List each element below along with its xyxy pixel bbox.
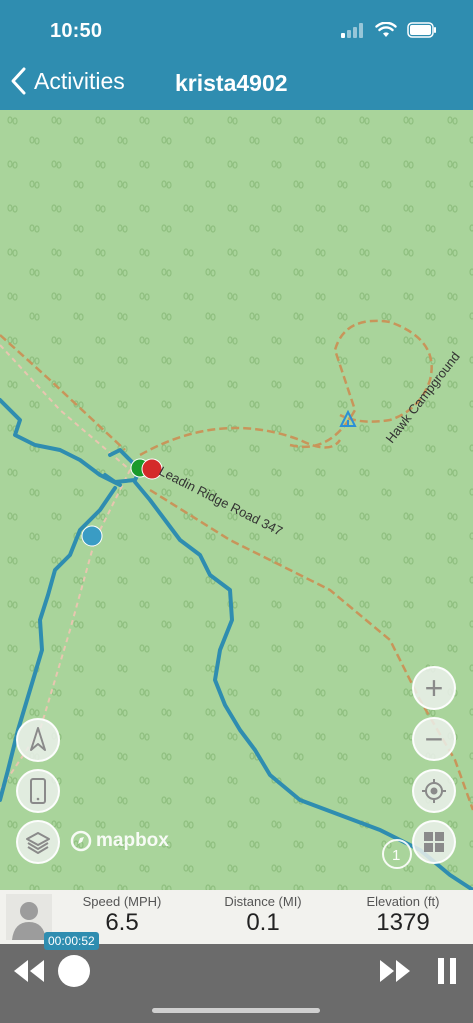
mapbox-label: mapbox xyxy=(96,830,169,851)
zoom-out-button[interactable]: − xyxy=(412,717,456,761)
compass-button[interactable] xyxy=(16,718,60,762)
grid-icon xyxy=(424,832,444,852)
pause-button[interactable] xyxy=(436,956,458,991)
layers-button[interactable] xyxy=(16,820,60,864)
device-orientation-button[interactable] xyxy=(16,769,60,813)
distance-stat: Distance (MI) 0.1 xyxy=(210,894,316,937)
status-icons xyxy=(341,22,437,38)
map-view[interactable]: Leadin Ridge Road 347 Hawk Campground 1 xyxy=(0,110,473,890)
playback-bar: 00:00:52 xyxy=(0,932,473,1023)
pause-icon xyxy=(438,958,456,984)
mapbox-icon xyxy=(70,830,92,852)
signal-icon xyxy=(341,23,363,38)
zoom-in-button[interactable]: + xyxy=(412,666,456,710)
layers-icon xyxy=(26,832,50,854)
fast-forward-button[interactable] xyxy=(378,958,412,989)
home-indicator xyxy=(152,1008,320,1013)
back-label: Activities xyxy=(34,67,125,94)
plus-icon: + xyxy=(424,669,444,706)
elevation-value: 1379 xyxy=(376,909,430,936)
grid-menu-button[interactable] xyxy=(412,820,456,864)
speed-stat: Speed (MPH) 6.5 xyxy=(72,894,172,937)
scrubber-handle[interactable] xyxy=(58,955,90,987)
elevation-label: Elevation (ft) xyxy=(366,894,440,909)
page-title: krista4902 xyxy=(175,70,288,96)
compass-icon xyxy=(30,727,46,751)
elevation-stat: Elevation (ft) 1379 xyxy=(350,894,456,937)
wifi-icon xyxy=(375,22,397,37)
fast-forward-icon xyxy=(380,960,410,982)
back-button[interactable]: Activities xyxy=(10,66,125,96)
phone-icon xyxy=(30,778,46,804)
locate-button[interactable] xyxy=(412,769,456,813)
locate-icon xyxy=(422,779,446,803)
distance-value: 0.1 xyxy=(246,909,280,936)
rewind-button[interactable] xyxy=(12,958,46,989)
minus-icon: − xyxy=(424,720,444,757)
app-header: 10:50 Activities krista4902 xyxy=(0,0,473,110)
status-time: 10:50 xyxy=(50,20,103,42)
distance-label: Distance (MI) xyxy=(224,894,302,909)
mapbox-logo: mapbox xyxy=(70,830,169,852)
elapsed-time-badge: 00:00:52 xyxy=(44,932,99,950)
chevron-left-icon xyxy=(11,67,26,95)
battery-icon xyxy=(407,22,436,38)
map-count-value: 1 xyxy=(392,847,400,864)
current-position-marker[interactable] xyxy=(81,525,103,547)
rewind-icon xyxy=(14,960,44,982)
speed-label: Speed (MPH) xyxy=(82,894,162,909)
